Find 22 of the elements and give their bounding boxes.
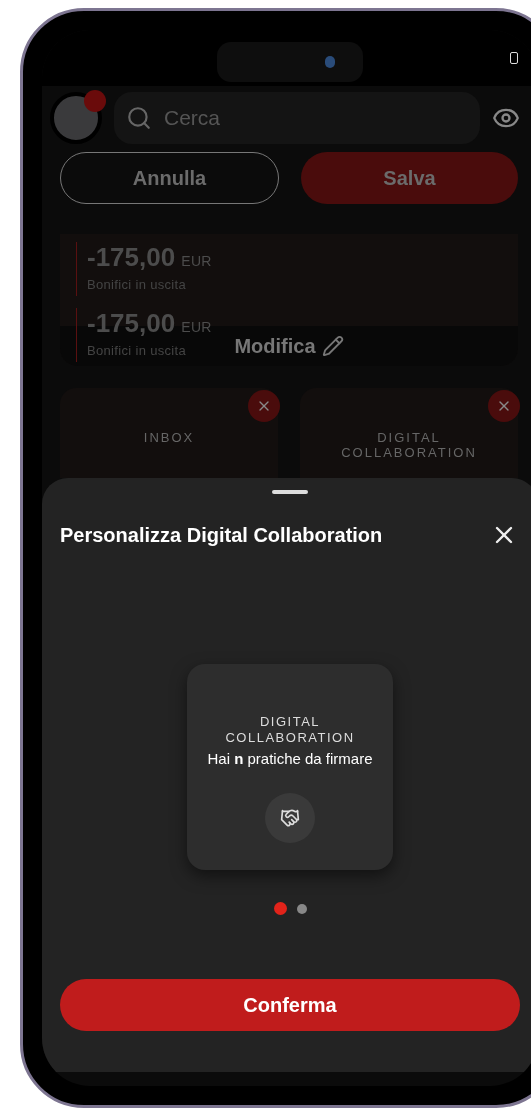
pencil-icon xyxy=(321,335,344,357)
battery-icon xyxy=(510,52,518,64)
save-button[interactable]: Salva xyxy=(301,152,518,204)
handshake-icon xyxy=(280,807,300,828)
drag-handle[interactable] xyxy=(272,490,308,494)
transaction-label: Bonifici in uscita xyxy=(87,343,187,358)
currency: EUR xyxy=(181,252,212,271)
edit-button[interactable]: Modifica xyxy=(234,331,344,361)
widget-title: INBOX xyxy=(142,430,196,445)
currency: EUR xyxy=(181,318,212,337)
camera-icon xyxy=(325,56,335,68)
confirm-button[interactable]: Conferma xyxy=(60,979,520,1031)
search-icon xyxy=(126,105,152,131)
widget-title: DIGITAL COLLABORATION xyxy=(340,430,478,460)
search-field[interactable]: Cerca xyxy=(114,92,480,144)
preview-text: Hai n pratiche da firmare xyxy=(207,749,373,769)
preview-title: DIGITAL COLLABORATION xyxy=(224,714,356,746)
amount: -175,00 xyxy=(87,242,176,272)
remove-button[interactable] xyxy=(248,390,280,422)
amount: -175,00 xyxy=(87,308,176,338)
sheet-title: Personalizza Digital Collaboration xyxy=(60,523,383,548)
remove-button[interactable] xyxy=(488,390,520,422)
